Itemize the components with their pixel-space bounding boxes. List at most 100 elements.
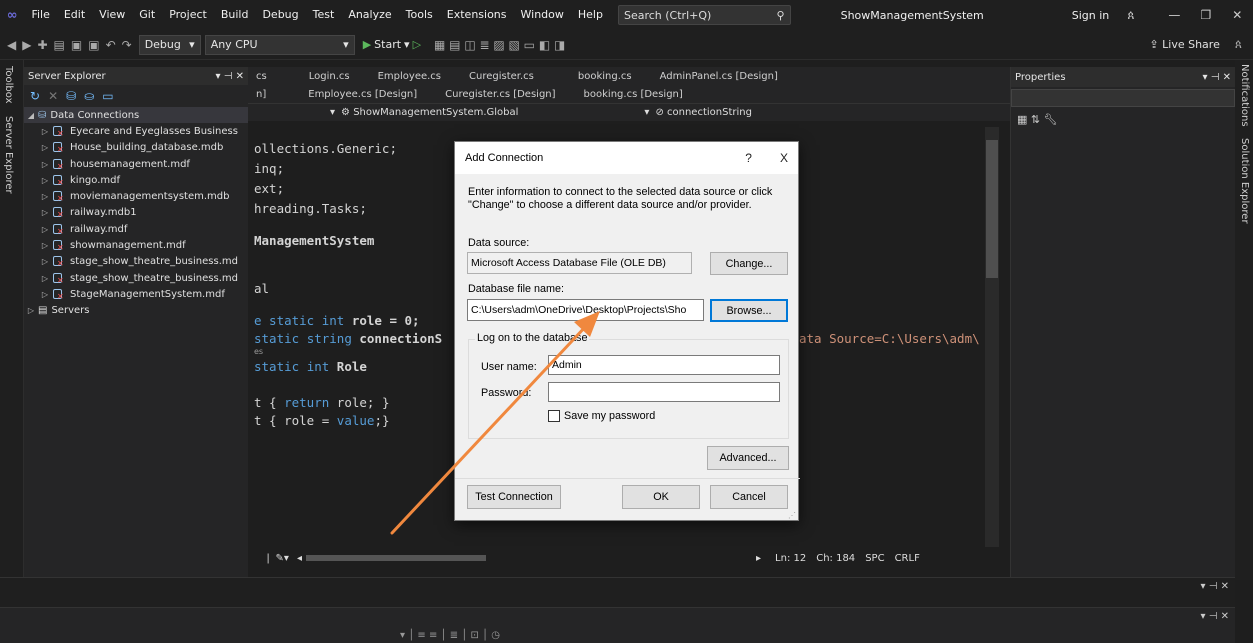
feedback-icon[interactable]: ጰ <box>1115 8 1146 23</box>
expanded-icon[interactable]: ◢ <box>24 111 38 120</box>
connection-node[interactable]: ▷ ✕ housemanagement.mdf <box>24 156 248 172</box>
panel-controls[interactable]: ▾ ⊣ ✕ <box>1201 611 1229 622</box>
menu-debug[interactable]: Debug <box>255 0 305 30</box>
minimize-icon[interactable]: — <box>1159 8 1190 22</box>
redo-icon[interactable]: ↷ <box>119 38 135 52</box>
live-share-button[interactable]: ⇪ Live Share <box>1149 38 1219 51</box>
collapsed-icon[interactable]: ▷ <box>38 274 52 283</box>
collapsed-icon[interactable]: ▷ <box>38 143 52 152</box>
collapsed-icon[interactable]: ▷ <box>38 257 52 266</box>
tab-adminpanel-design[interactable]: AdminPanel.cs [Design] <box>652 71 798 82</box>
data-connections-node[interactable]: ◢ ⛁ Data Connections <box>24 107 248 124</box>
change-button[interactable]: Change... <box>710 252 788 275</box>
editor-hscroll-thumb[interactable] <box>306 555 486 561</box>
connection-node[interactable]: ▷ ✕ House_building_database.mdb <box>24 140 248 156</box>
connection-node[interactable]: ▷ ✕ stage_show_theatre_business.md <box>24 254 248 270</box>
platform-dropdown[interactable]: Any CPU ▾ <box>204 34 355 55</box>
menu-analyze[interactable]: Analyze <box>341 0 398 30</box>
undo-icon[interactable]: ↶ <box>103 38 119 52</box>
collapsed-icon[interactable]: ▷ <box>38 290 52 299</box>
save-icon[interactable]: ▣ <box>68 38 85 52</box>
tab-employee-design[interactable]: Employee.cs [Design] <box>286 89 437 100</box>
save-password-checkbox[interactable] <box>548 410 560 422</box>
tab-login[interactable]: Login.cs <box>287 71 370 82</box>
menu-help[interactable]: Help <box>571 0 610 30</box>
collapsed-icon[interactable]: ▷ <box>38 208 52 217</box>
menu-tools[interactable]: Tools <box>399 0 440 30</box>
connect-database-icon[interactable]: ⛁ <box>66 89 76 103</box>
resize-grip-icon[interactable]: ⋰ <box>788 511 796 520</box>
toolbox-tab[interactable]: Toolbox <box>3 66 14 104</box>
close-window-icon[interactable]: ✕ <box>1222 8 1253 22</box>
tab-cs[interactable]: cs <box>248 71 287 82</box>
save-all-icon[interactable]: ▣ <box>85 38 102 52</box>
database-file-input[interactable]: C:\Users\adm\OneDrive\Desktop\Projects\S… <box>467 299 704 321</box>
codelens-hint[interactable]: es <box>254 347 263 356</box>
search-box[interactable]: Search (Ctrl+Q) ⚲ <box>617 5 791 25</box>
connection-node[interactable]: ▷ ✕ kingo.mdf <box>24 172 248 188</box>
collapsed-icon[interactable]: ▷ <box>38 160 52 169</box>
tab-booking-design[interactable]: booking.cs [Design] <box>576 89 703 100</box>
refresh-icon[interactable]: ↻ <box>30 89 40 103</box>
ok-button[interactable]: OK <box>622 485 700 509</box>
collapsed-icon[interactable]: ▷ <box>38 127 52 136</box>
connection-node[interactable]: ▷ ✕ stage_show_theatre_business.md <box>24 270 248 286</box>
back-icon[interactable]: ◀ <box>4 38 19 52</box>
panel-controls[interactable]: ▾ ⊣ ✕ <box>216 71 244 82</box>
panel-controls[interactable]: ▾ ⊣ ✕ <box>1201 581 1229 592</box>
member-dropdown[interactable]: ⊘ connectionString <box>655 107 752 118</box>
admin-icon[interactable]: ጰ <box>1232 37 1245 52</box>
menu-git[interactable]: Git <box>132 0 162 30</box>
advanced-button[interactable]: Advanced... <box>707 446 789 470</box>
menu-test[interactable]: Test <box>306 0 342 30</box>
sign-in-link[interactable]: Sign in <box>1072 9 1110 22</box>
stop-icon[interactable]: ✕ <box>48 89 58 103</box>
connection-node[interactable]: ▷ ✕ Eyecare and Eyeglasses Business <box>24 123 248 139</box>
class-dropdown[interactable]: ⚙ ShowManagementSystem.Global <box>341 107 518 118</box>
collapsed-icon[interactable]: ▷ <box>38 241 52 250</box>
menu-window[interactable]: Window <box>514 0 571 30</box>
tab-design-partial[interactable]: n] <box>248 89 286 100</box>
tab-booking[interactable]: booking.cs <box>554 71 652 82</box>
health-icon[interactable]: ❘ ✎▾ <box>264 553 289 564</box>
menu-file[interactable]: File <box>24 0 56 30</box>
menu-extensions[interactable]: Extensions <box>440 0 514 30</box>
panel-controls[interactable]: ▾ ⊣ ✕ <box>1203 72 1231 83</box>
solution-explorer-tab[interactable]: Solution Explorer <box>1239 138 1250 224</box>
tab-curegister-design[interactable]: Curegister.cs [Design] <box>437 89 575 100</box>
server-explorer-tab[interactable]: Server Explorer <box>3 116 14 194</box>
tab-employee[interactable]: Employee.cs <box>370 71 461 82</box>
start-without-debugging-icon[interactable]: ▷ <box>413 38 421 51</box>
scroll-left-icon[interactable]: ◂ <box>297 553 302 564</box>
connection-node[interactable]: ▷ ✕ StageManagementSystem.mdf <box>24 286 248 302</box>
connection-node[interactable]: ▷ ✕ moviemanagementsystem.mdb <box>24 188 248 204</box>
username-input[interactable]: Admin <box>548 355 780 375</box>
connection-node[interactable]: ▷ ✕ railway.mdb1 <box>24 205 248 221</box>
collapsed-icon[interactable]: ▷ <box>38 192 52 201</box>
tab-curegister[interactable]: Curegister.cs <box>461 71 554 82</box>
configuration-dropdown[interactable]: Debug ▾ <box>138 34 201 55</box>
property-pages-icon[interactable]: 🔧︎ <box>1044 113 1058 126</box>
collapsed-icon[interactable]: ▷ <box>38 176 52 185</box>
connection-node[interactable]: ▷ ✕ showmanagement.mdf <box>24 237 248 253</box>
help-button[interactable]: ? <box>745 151 752 165</box>
scroll-right-icon[interactable]: ▸ <box>756 553 761 564</box>
new-project-icon[interactable]: ✚ <box>34 38 50 52</box>
menu-build[interactable]: Build <box>214 0 256 30</box>
password-input[interactable] <box>548 382 780 402</box>
close-button[interactable]: X <box>780 151 788 165</box>
cancel-button[interactable]: Cancel <box>710 485 788 509</box>
line-ending[interactable]: CRLF <box>895 553 920 564</box>
menu-project[interactable]: Project <box>162 0 214 30</box>
whitespace-mode[interactable]: SPC <box>865 553 884 564</box>
restore-icon[interactable]: ❐ <box>1190 8 1221 22</box>
collapsed-icon[interactable]: ▷ <box>24 306 38 315</box>
notifications-tab[interactable]: Notifications <box>1239 64 1250 127</box>
browse-button[interactable]: Browse... <box>710 299 788 322</box>
menu-view[interactable]: View <box>92 0 132 30</box>
servers-node[interactable]: ▷ ▤ Servers <box>24 303 248 319</box>
collapsed-icon[interactable]: ▷ <box>38 225 52 234</box>
editor-scroll-thumb[interactable] <box>986 140 998 278</box>
open-icon[interactable]: ▤ <box>51 38 68 52</box>
menu-edit[interactable]: Edit <box>57 0 92 30</box>
